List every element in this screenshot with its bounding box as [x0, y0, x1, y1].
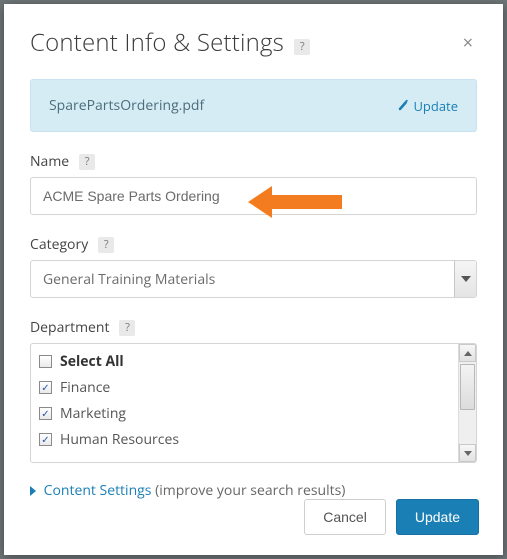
- caret-right-icon: [30, 486, 36, 496]
- chevron-down-icon: [454, 261, 476, 297]
- checkbox-icon[interactable]: ✓: [39, 381, 52, 394]
- checkbox-icon[interactable]: ✓: [39, 433, 52, 446]
- checkbox-icon[interactable]: [39, 355, 52, 368]
- category-select[interactable]: General Training Materials: [30, 260, 477, 298]
- list-item[interactable]: ✓ Marketing: [39, 400, 454, 426]
- help-icon[interactable]: ?: [294, 39, 310, 55]
- name-label: Name: [30, 152, 69, 171]
- list-item-label: Human Resources: [60, 430, 179, 449]
- help-icon[interactable]: ?: [79, 154, 95, 170]
- list-item[interactable]: ✓ Finance: [39, 374, 454, 400]
- file-update-label: Update: [413, 97, 458, 115]
- list-item[interactable]: ✓ Human Resources: [39, 426, 454, 452]
- department-listbox[interactable]: Select All ✓ Finance ✓ Marketing ✓ Human…: [30, 343, 477, 463]
- department-group: Department ? Select All ✓ Finance ✓ Mark…: [30, 318, 477, 463]
- file-box: SparePartsOrdering.pdf Update: [30, 79, 477, 132]
- file-name: SparePartsOrdering.pdf: [49, 96, 204, 115]
- department-label: Department: [30, 318, 109, 337]
- name-group: Name ?: [30, 152, 477, 215]
- name-input[interactable]: [30, 177, 477, 215]
- category-label: Category: [30, 235, 88, 254]
- modal-title-wrap: Content Info & Settings ?: [30, 26, 310, 59]
- checkbox-icon[interactable]: ✓: [39, 407, 52, 420]
- content-settings-row: Content Settings (improve your search re…: [30, 481, 477, 500]
- content-settings-hint: (improve your search results): [155, 481, 345, 500]
- scrollbar[interactable]: [458, 344, 476, 462]
- file-update-link[interactable]: Update: [398, 97, 458, 115]
- scroll-thumb[interactable]: [460, 364, 475, 410]
- cancel-button[interactable]: Cancel: [304, 499, 386, 535]
- select-all-label: Select All: [60, 352, 124, 371]
- pencil-icon: [398, 99, 409, 112]
- list-item-label: Marketing: [60, 404, 126, 423]
- scroll-up-icon[interactable]: [459, 344, 476, 362]
- scroll-track[interactable]: [459, 362, 476, 444]
- content-settings-link[interactable]: Content Settings: [44, 481, 152, 500]
- list-item-label: Finance: [60, 378, 110, 397]
- content-info-settings-modal: Content Info & Settings ? × SparePartsOr…: [4, 4, 503, 555]
- category-group: Category ? General Training Materials: [30, 235, 477, 298]
- help-icon[interactable]: ?: [98, 237, 114, 253]
- select-all-row[interactable]: Select All: [39, 348, 454, 374]
- update-button[interactable]: Update: [396, 499, 479, 535]
- help-icon[interactable]: ?: [119, 320, 135, 336]
- modal-title: Content Info & Settings: [30, 26, 284, 59]
- scroll-down-icon[interactable]: [459, 444, 476, 462]
- category-selected: General Training Materials: [31, 270, 454, 289]
- modal-footer: Cancel Update: [304, 499, 479, 535]
- close-icon[interactable]: ×: [459, 30, 477, 56]
